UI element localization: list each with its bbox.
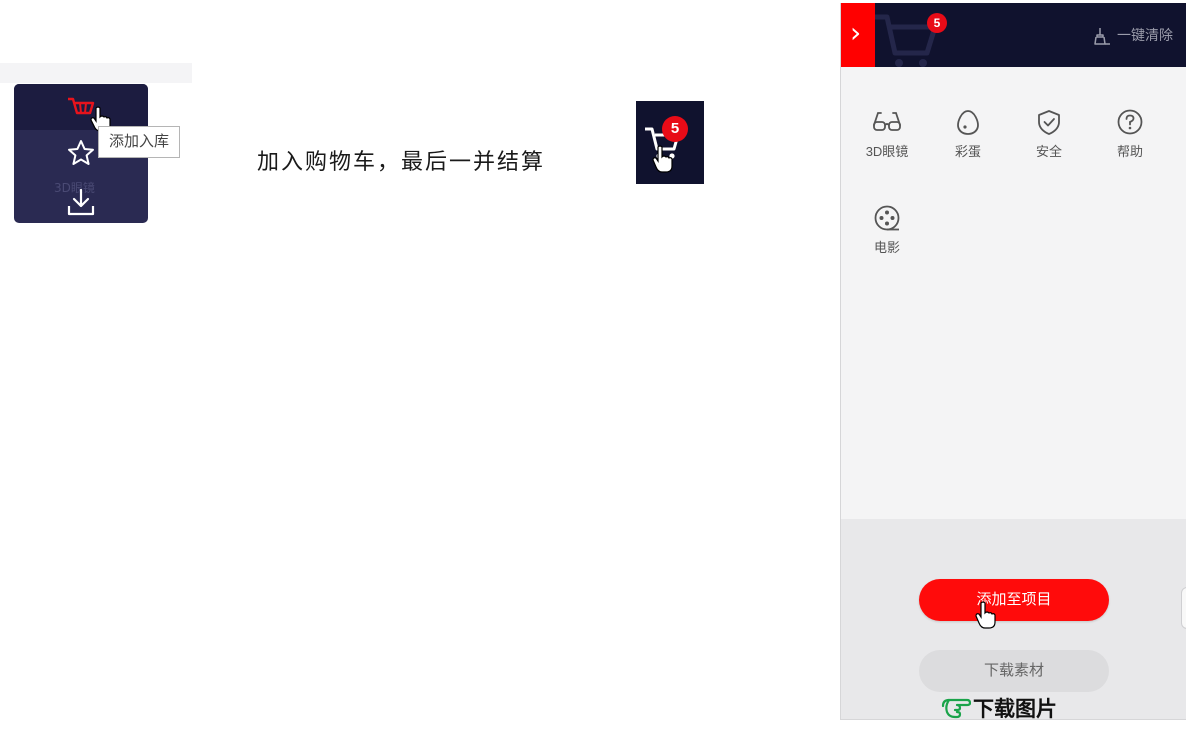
panel-header: 5 一键清除 — [841, 3, 1186, 67]
add-to-project-button[interactable]: 添加至项目 — [919, 579, 1109, 621]
category-help[interactable]: 帮助 — [1100, 109, 1160, 160]
category-movie[interactable]: 电影 — [857, 205, 917, 256]
star-icon[interactable] — [66, 138, 96, 168]
collapse-panel-button[interactable]: › — [841, 3, 875, 67]
cart-button[interactable]: 5 — [636, 101, 704, 184]
egg-icon — [957, 110, 979, 135]
pointer-hand-icon — [652, 145, 673, 173]
left-backdrop-strip — [0, 63, 192, 83]
side-tab-handle[interactable] — [1181, 587, 1186, 629]
download-icon[interactable] — [65, 186, 97, 218]
watermark-text: 下载图片 — [973, 697, 1057, 720]
clear-all-button[interactable]: 一键清除 — [1093, 25, 1173, 46]
cart-panel: 5 一键清除 › 3D眼镜 彩蛋 安全 帮助 电影 添加至项目 下载素材 下载图… — [840, 3, 1186, 720]
category-label: 电影 — [873, 240, 900, 255]
clear-all-label: 一键清除 — [1117, 27, 1173, 43]
watermark: 下载图片 — [941, 693, 1057, 719]
glasses-icon — [873, 112, 901, 131]
pointing-hand-icon — [941, 698, 972, 719]
caption-text: 加入购物车，最后一并结算 — [257, 150, 546, 175]
category-label: 彩蛋 — [954, 144, 981, 159]
category-easter-egg[interactable]: 彩蛋 — [938, 109, 998, 160]
pointer-hand-icon — [975, 601, 996, 629]
cart-count-badge: 5 — [927, 13, 947, 33]
shield-check-icon — [1038, 110, 1060, 135]
tooltip: 添加入库 — [98, 126, 181, 158]
category-label: 3D眼镜 — [865, 144, 909, 159]
category-security[interactable]: 安全 — [1019, 109, 1079, 160]
category-3d-glasses[interactable]: 3D眼镜 — [857, 109, 917, 160]
category-label: 安全 — [1035, 144, 1062, 159]
download-assets-button[interactable]: 下载素材 — [919, 650, 1109, 692]
film-reel-icon — [874, 205, 900, 231]
help-icon — [1117, 109, 1143, 135]
broom-icon — [1094, 28, 1110, 46]
chevron-right-icon: › — [850, 16, 862, 49]
cart-count-badge: 5 — [662, 116, 688, 142]
category-label: 帮助 — [1116, 144, 1143, 159]
